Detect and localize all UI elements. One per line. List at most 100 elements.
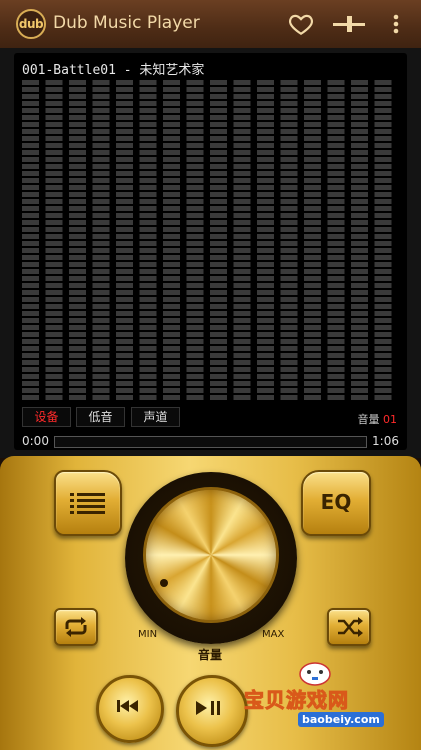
playlist-button[interactable] [54, 470, 122, 536]
spectrum-segment [186, 234, 204, 239]
spectrum-segment [186, 108, 204, 113]
spectrum-segment [45, 297, 63, 302]
spectrum-segment [210, 87, 227, 92]
equalizer-slider-icon[interactable] [333, 14, 365, 34]
spectrum-segment [280, 192, 298, 197]
spectrum-segment [116, 332, 133, 337]
spectrum-segment [69, 220, 86, 225]
spectrum-segment [22, 332, 39, 337]
spectrum-segment [186, 143, 204, 148]
volume-knob[interactable] [143, 487, 279, 623]
spectrum-segment [374, 283, 392, 288]
spectrum-segment [257, 276, 274, 281]
spectrum-segment [304, 150, 321, 155]
spectrum-segment [327, 129, 345, 134]
progress-bar[interactable] [54, 436, 367, 448]
spectrum-segment [186, 101, 204, 106]
spectrum-segment [351, 115, 368, 120]
spectrum-segment [22, 185, 39, 190]
spectrum-segment [116, 220, 133, 225]
spectrum-segment [257, 269, 274, 274]
shuffle-button[interactable] [327, 608, 371, 646]
spectrum-segment [22, 157, 39, 162]
spectrum-segment [257, 339, 274, 344]
spectrum-segment [163, 332, 180, 337]
spectrum-segment [69, 304, 86, 309]
spectrum-segment [92, 304, 110, 309]
spectrum-segment [186, 269, 204, 274]
spectrum-segment [280, 318, 298, 323]
spectrum-segment [327, 318, 345, 323]
spectrum-segment [327, 136, 345, 141]
spectrum-segment [139, 248, 157, 253]
spectrum-segment [327, 381, 345, 386]
spectrum-segment [374, 94, 392, 99]
spectrum-segment [210, 339, 227, 344]
play-pause-button[interactable] [176, 675, 248, 747]
spectrum-segment [139, 367, 157, 372]
spectrum-segment [257, 164, 274, 169]
spectrum-segment [186, 115, 204, 120]
spectrum-segment [186, 241, 204, 246]
spectrum-segment [186, 164, 204, 169]
spectrum-segment [92, 157, 110, 162]
spectrum-segment [374, 381, 392, 386]
previous-button[interactable] [96, 675, 164, 743]
spectrum-segment [92, 262, 110, 267]
spectrum-segment [374, 157, 392, 162]
spectrum-segment [327, 143, 345, 148]
spectrum-segment [210, 101, 227, 106]
spectrum-segment [233, 94, 251, 99]
spectrum-segment [257, 311, 274, 316]
spectrum-segment [116, 164, 133, 169]
spectrum-segment [116, 297, 133, 302]
bass-button[interactable]: 低音 [76, 407, 125, 427]
spectrum-segment [304, 283, 321, 288]
spectrum-segment [163, 164, 180, 169]
spectrum-segment [69, 178, 86, 183]
channel-button[interactable]: 声道 [131, 407, 180, 427]
spectrum-segment [351, 318, 368, 323]
device-button[interactable]: 设备 [22, 407, 71, 427]
spectrum-segment [139, 206, 157, 211]
spectrum-segment [280, 332, 298, 337]
spectrum-segment [69, 108, 86, 113]
spectrum-segment [45, 234, 63, 239]
spectrum-segment [374, 185, 392, 190]
app-title: Dub Music Player [53, 13, 200, 33]
spectrum-segment [304, 248, 321, 253]
spectrum-segment [186, 346, 204, 351]
spectrum-segment [374, 171, 392, 176]
spectrum-segment [186, 255, 204, 260]
spectrum-segment [351, 283, 368, 288]
spectrum-segment [257, 227, 274, 232]
spectrum-segment [92, 101, 110, 106]
spectrum-segment [116, 206, 133, 211]
spectrum-segment [233, 262, 251, 267]
spectrum-segment [257, 192, 274, 197]
shuffle-icon [338, 617, 363, 637]
spectrum-segment [116, 381, 133, 386]
spectrum-segment [22, 171, 39, 176]
heart-icon[interactable] [288, 11, 314, 37]
spectrum-segment [45, 101, 63, 106]
spectrum-segment [351, 136, 368, 141]
spectrum-segment [186, 262, 204, 267]
spectrum-segment [327, 353, 345, 358]
spectrum-segment [163, 269, 180, 274]
spectrum-segment [374, 150, 392, 155]
spectrum-segment [327, 220, 345, 225]
more-vert-icon[interactable] [388, 12, 404, 36]
eq-button[interactable]: EQ [301, 470, 371, 536]
spectrum-segment [351, 241, 368, 246]
repeat-button[interactable] [54, 608, 98, 646]
spectrum-segment [304, 360, 321, 365]
spectrum-segment [280, 290, 298, 295]
spectrum-segment [92, 381, 110, 386]
spectrum-segment [186, 80, 204, 85]
spectrum-segment [163, 395, 180, 400]
spectrum-segment [304, 255, 321, 260]
repeat-icon [65, 617, 87, 637]
spectrum-segment [45, 332, 63, 337]
spectrum-segment [45, 115, 63, 120]
